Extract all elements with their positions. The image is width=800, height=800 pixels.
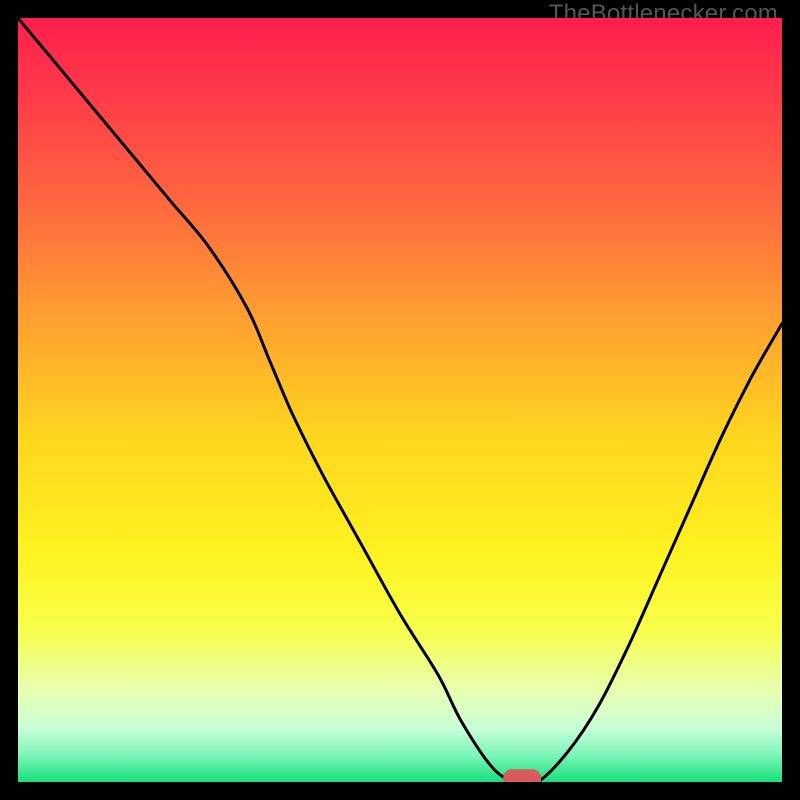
- gradient-background: [18, 18, 782, 782]
- optimal-marker: [503, 769, 541, 782]
- chart-frame: TheBottleneсker.com: [0, 0, 800, 800]
- chart-plot-area: [18, 18, 782, 782]
- chart-svg: [18, 18, 782, 782]
